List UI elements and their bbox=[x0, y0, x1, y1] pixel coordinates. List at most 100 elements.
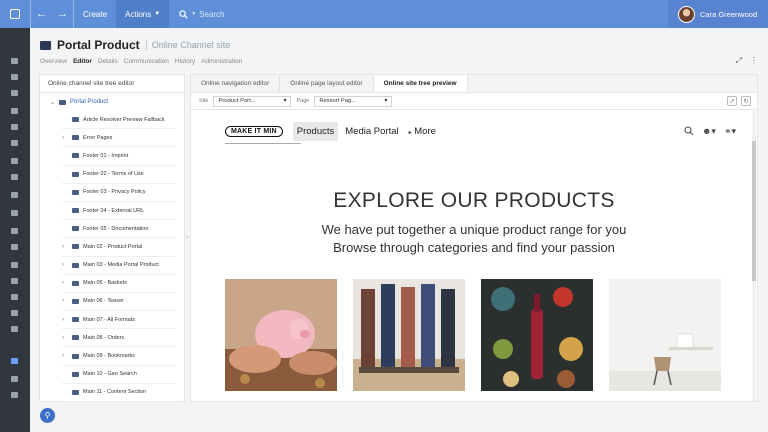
gear-icon[interactable] bbox=[11, 210, 18, 216]
chevron-right-icon[interactable]: › bbox=[62, 262, 68, 268]
tree-item[interactable]: Main 11 - Content Section bbox=[62, 384, 176, 402]
chevron-right-icon[interactable]: › bbox=[62, 317, 68, 323]
tree-item-label: Main 08 - Orders bbox=[83, 334, 125, 341]
header-tab-communication[interactable]: Communication bbox=[124, 58, 169, 65]
home-icon[interactable] bbox=[11, 58, 18, 64]
tree-item[interactable]: › Main 08 - Orders bbox=[62, 329, 176, 348]
tree-item[interactable]: › Main 09 - Bookmarks bbox=[62, 347, 176, 366]
translate-icon[interactable] bbox=[11, 174, 18, 180]
tree-item[interactable]: › Main 07 - All Formats bbox=[62, 311, 176, 330]
document-icon[interactable] bbox=[11, 262, 18, 268]
open-external-icon[interactable]: ↗ bbox=[727, 96, 737, 106]
create-button[interactable]: Create bbox=[74, 0, 116, 28]
header-actions: ⤢ ⋮ bbox=[736, 56, 758, 66]
chevron-right-icon[interactable]: › bbox=[62, 244, 68, 250]
preview-panel: Online navigation editor Online page layo… bbox=[190, 74, 758, 402]
tree-item[interactable]: › Main 06 - Teaser bbox=[62, 293, 176, 312]
header-tab-overview[interactable]: Overview bbox=[40, 58, 67, 65]
tree-item[interactable]: Article Resolver Preview Fallback bbox=[62, 111, 176, 130]
tree-item[interactable]: Footer 04 - External URL bbox=[62, 202, 176, 221]
calendar-icon[interactable] bbox=[11, 108, 18, 114]
tree-item-label: Article Resolver Preview Fallback bbox=[83, 116, 165, 123]
search-input[interactable]: ▼ Search bbox=[169, 10, 225, 19]
chevron-down-icon: ▾ bbox=[384, 98, 388, 104]
chart-icon[interactable] bbox=[11, 140, 18, 146]
preview-filter-bar: Site Product Port... ▾ Page Ressort Pag..… bbox=[191, 93, 757, 110]
tag-icon[interactable] bbox=[11, 192, 18, 198]
wine-food-image[interactable] bbox=[481, 279, 593, 391]
header-tab-administration[interactable]: Administration bbox=[201, 58, 242, 65]
pin-button[interactable]: ⚲ bbox=[40, 408, 55, 423]
site-select[interactable]: Product Port... ▾ bbox=[213, 95, 292, 107]
people-legs-image[interactable] bbox=[353, 279, 465, 391]
chevron-right-icon[interactable]: › bbox=[62, 135, 68, 141]
trash-icon[interactable] bbox=[11, 326, 18, 332]
caret-right-icon: ▸ bbox=[408, 129, 412, 136]
tree-item[interactable]: Footer 03 - Privacy Policy bbox=[62, 184, 176, 202]
chevron-right-icon[interactable]: › bbox=[62, 298, 68, 304]
page-label: Page bbox=[296, 98, 310, 104]
checklist-icon[interactable] bbox=[11, 278, 18, 284]
forward-arrow-icon[interactable]: → bbox=[57, 8, 68, 20]
app-window: ← → Create Actions ▼ ▼ Search Cara Green… bbox=[0, 0, 768, 432]
tree-item[interactable]: Main 10 - Geo Search bbox=[62, 366, 176, 384]
copy-icon[interactable] bbox=[11, 294, 18, 300]
tree-root[interactable]: ⌄ Portal Product bbox=[40, 93, 184, 111]
header-tab-editor[interactable]: Editor bbox=[73, 58, 92, 65]
tree-item-label: Footer 05 - Documentation bbox=[83, 225, 149, 232]
scroll-thumb[interactable] bbox=[752, 141, 756, 281]
chevron-right-icon[interactable]: › bbox=[62, 335, 68, 341]
zoom-icon[interactable] bbox=[11, 376, 18, 382]
sitemap-icon[interactable] bbox=[11, 392, 18, 398]
nav-products[interactable]: Products bbox=[292, 121, 339, 141]
library-icon[interactable] bbox=[11, 124, 18, 130]
preview-navbar: MAKE IT MIN Products Media Portal ▸ More… bbox=[225, 119, 736, 143]
tree-item[interactable]: › Main 05 - Baskets bbox=[62, 275, 176, 293]
expand-icon[interactable]: ⤢ bbox=[736, 56, 742, 66]
monitor-icon[interactable] bbox=[11, 358, 18, 364]
desk-chair-image[interactable] bbox=[609, 279, 721, 391]
back-arrow-icon[interactable]: ← bbox=[36, 8, 47, 20]
brand-logo[interactable]: MAKE IT MIN bbox=[225, 125, 283, 137]
hero-subtitle-2: Browse through categories and find your … bbox=[333, 240, 615, 255]
shield-icon[interactable] bbox=[11, 244, 18, 250]
tree-item[interactable]: › Main 03 - Media Portal Product bbox=[62, 257, 176, 275]
nav-more[interactable]: ▸ More bbox=[405, 122, 440, 141]
home-button[interactable] bbox=[0, 0, 30, 28]
chevron-right-icon[interactable]: › bbox=[62, 353, 68, 359]
panel-tab-1[interactable]: Online navigation editor bbox=[191, 75, 281, 92]
preview-scrollbar[interactable] bbox=[752, 111, 756, 401]
user-menu[interactable]: Cara Greenwood bbox=[668, 0, 768, 28]
page-select[interactable]: Ressort Pag... ▾ bbox=[314, 95, 393, 107]
tree-item[interactable]: Footer 01 - Imprint bbox=[62, 147, 176, 166]
piggy-bank-image[interactable] bbox=[225, 279, 337, 391]
site-label: Site bbox=[199, 98, 209, 104]
header-tab-details[interactable]: Details bbox=[98, 58, 118, 65]
tree-item-label: Main 03 - Media Portal Product bbox=[83, 262, 159, 269]
actions-menu-button[interactable]: Actions ▼ bbox=[116, 0, 170, 28]
globe-icon[interactable]: ⚭▾ bbox=[724, 126, 736, 137]
refresh-icon[interactable]: ↻ bbox=[741, 96, 751, 106]
header-tab-history[interactable]: History bbox=[175, 58, 195, 65]
tree-item[interactable]: › Error Pages bbox=[62, 129, 176, 148]
more-vertical-icon[interactable]: ⋮ bbox=[750, 56, 758, 66]
download-icon[interactable] bbox=[11, 90, 18, 96]
user-icon[interactable]: ☻▾ bbox=[702, 126, 716, 137]
tree-item[interactable]: Footer 05 - Documentation bbox=[62, 220, 176, 239]
search-icon[interactable] bbox=[684, 126, 694, 136]
chevron-right-icon[interactable]: › bbox=[62, 280, 68, 286]
tree-item[interactable]: Footer 02 - Terms of Use bbox=[62, 166, 176, 184]
monitor-icon bbox=[72, 335, 79, 341]
nav-media-portal[interactable]: Media Portal bbox=[341, 122, 402, 141]
panel-tab-3[interactable]: Online site tree preview bbox=[373, 75, 468, 92]
monitor-icon bbox=[72, 262, 79, 268]
actions-label: Actions bbox=[125, 9, 152, 19]
search-icon[interactable] bbox=[11, 310, 18, 316]
tree-item-label: Main 09 - Bookmarks bbox=[83, 353, 135, 360]
megaphone-icon[interactable] bbox=[11, 158, 18, 164]
chevron-down-icon[interactable]: ⌄ bbox=[50, 99, 55, 106]
tree-item[interactable]: › Main 02 - Product Portal bbox=[62, 238, 176, 257]
panel-tab-2[interactable]: Online page layout editor bbox=[280, 75, 374, 92]
heart-icon[interactable] bbox=[11, 228, 18, 234]
inbox-icon[interactable] bbox=[11, 74, 18, 80]
